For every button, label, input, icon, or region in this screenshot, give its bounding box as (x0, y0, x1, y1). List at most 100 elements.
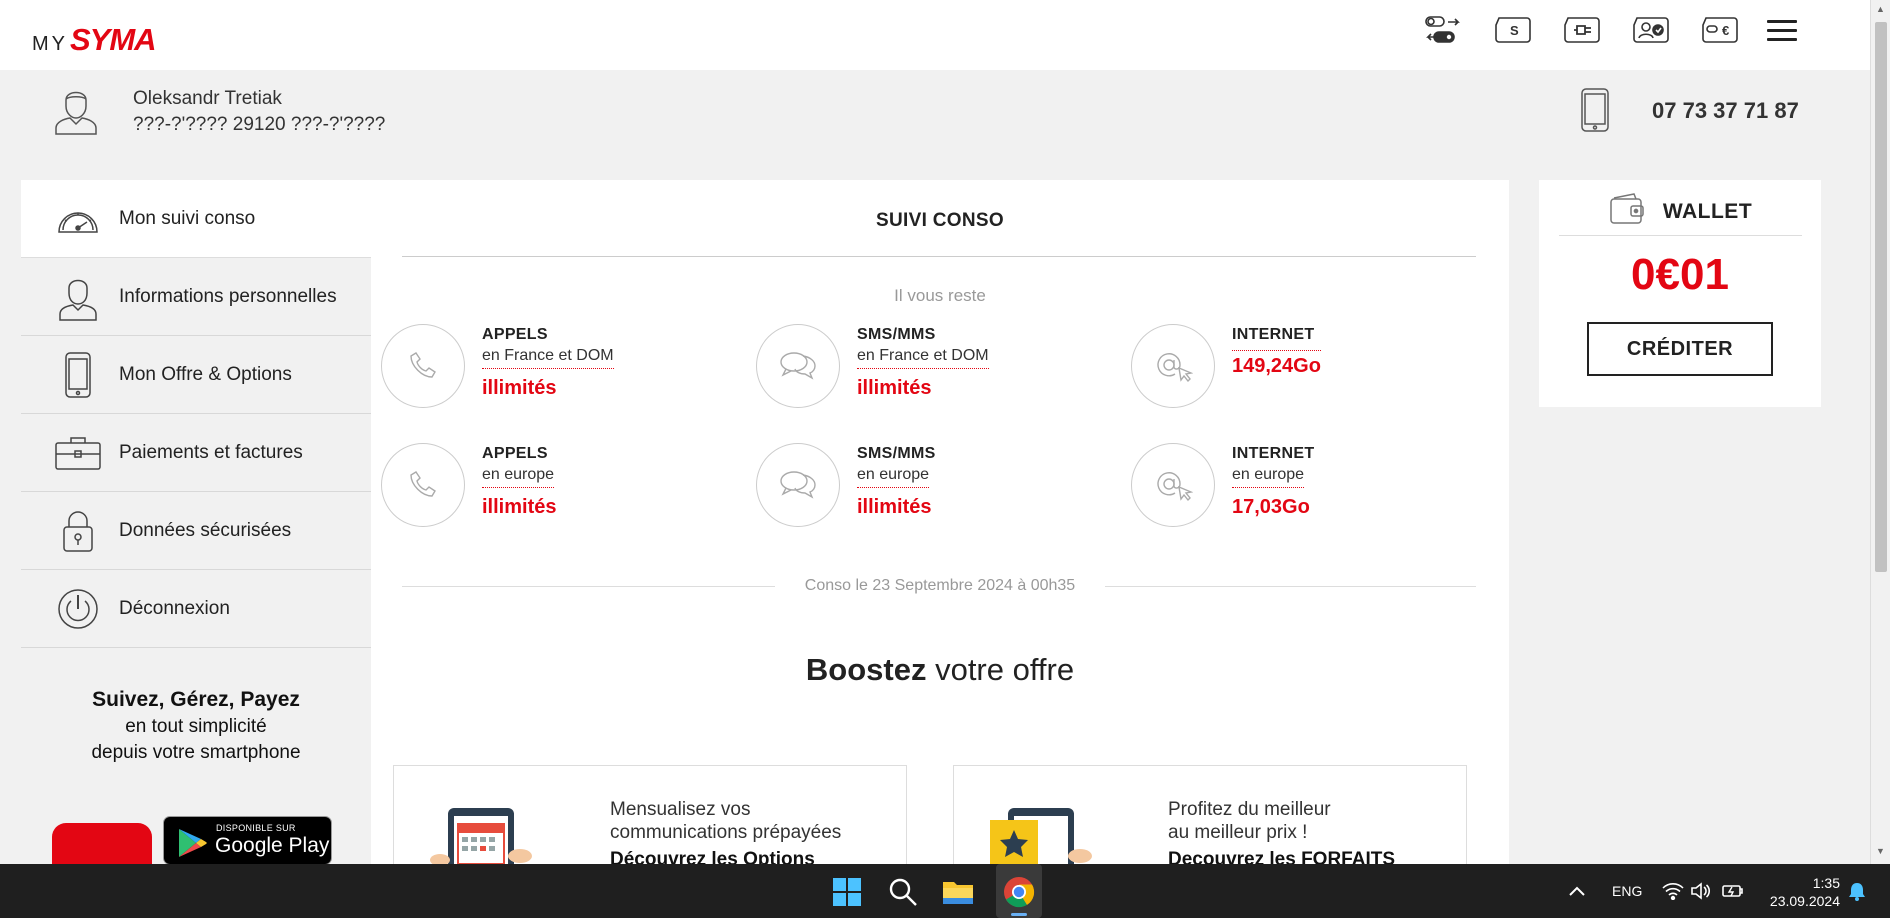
conso-value: illimités (857, 496, 932, 518)
user-icon (51, 272, 105, 322)
chat-bubbles-icon (756, 443, 840, 527)
logo-my: MY (32, 33, 68, 55)
suivi-conso-panel: SUIVI CONSO Il vous reste APPELS en Fran… (371, 180, 1509, 885)
wallet-euro-icon[interactable]: € (1700, 14, 1740, 46)
mysyma-logo[interactable]: MY SYMA (32, 22, 157, 57)
sidebar-item-label: Données sécurisées (119, 519, 292, 541)
scroll-down-arrow-icon[interactable]: ▼ (1876, 846, 1885, 856)
remaining-label: Il vous reste (894, 286, 986, 305)
tray-overflow-chevron-icon[interactable] (1568, 864, 1586, 918)
logo-syma: SYMA (70, 22, 157, 57)
search-icon[interactable] (886, 875, 920, 909)
sidebar-item-label: Informations personnelles (119, 285, 337, 307)
scrollbar-thumb[interactable] (1875, 22, 1887, 572)
page-scrollbar[interactable]: ▲ ▼ (1870, 0, 1890, 864)
crediter-button[interactable]: CRÉDITER (1587, 322, 1773, 376)
promo-line: depuis votre smartphone (91, 742, 301, 763)
battery-charging-icon[interactable] (1722, 864, 1744, 918)
app-promo: Suivez, Gérez, Payez en tout simplicité … (21, 688, 371, 764)
promo-line: en tout simplicité (125, 716, 267, 737)
divider (402, 256, 1476, 257)
sidebar-item-label: Mon Offre & Options (119, 363, 292, 385)
conso-item-appels-france: APPELS en France et DOM illimités (381, 324, 681, 410)
sidebar-item-informations[interactable]: Informations personnelles (21, 258, 371, 336)
windows-start-icon[interactable] (830, 875, 864, 909)
phone-number: 07 73 37 71 87 (1652, 98, 1799, 123)
account-sidebar: Mon suivi conso Informations personnelle… (21, 180, 371, 648)
google-play-icon (179, 829, 207, 857)
wallet-icon (1609, 192, 1645, 231)
language-indicator[interactable]: ENG (1612, 864, 1642, 918)
promo-title: Suivez, Gérez, Payez (92, 688, 300, 711)
phone-handset-icon (381, 324, 465, 408)
user-address: ???-?'???? 29120 ???-?'???? (133, 114, 386, 135)
wallet-title: WALLET (1662, 199, 1753, 223)
power-icon (51, 584, 105, 634)
offer-line: au meilleur prix ! (1168, 822, 1308, 843)
file-explorer-icon[interactable] (941, 875, 975, 909)
scroll-up-arrow-icon[interactable]: ▲ (1876, 4, 1885, 14)
offer-line: Profitez du meilleur (1168, 799, 1331, 820)
boost-heading: Boostez votre offre (371, 652, 1509, 688)
sidebar-item-paiements[interactable]: Paiements et factures (21, 414, 371, 492)
sidebar-item-suivi-conso[interactable]: Mon suivi conso (21, 180, 371, 258)
boost-bold: Boostez (805, 652, 927, 687)
conso-item-sms-europe: SMS/MMS en europe illimités (756, 443, 1056, 529)
smartphone-icon (51, 350, 105, 400)
conso-zone: en europe (482, 466, 555, 488)
google-play-badge[interactable]: DISPONIBLE SUR Google Play (163, 816, 332, 865)
wallet-balance: 0€01 (1631, 250, 1729, 299)
svg-text:S: S (1510, 23, 1519, 38)
sidebar-item-offre-options[interactable]: Mon Offre & Options (21, 336, 371, 414)
user-avatar-icon (54, 84, 98, 136)
clock-time: 1:35 (1812, 875, 1840, 891)
page-title: SUIVI CONSO (876, 210, 1004, 231)
google-play-label: Google Play (215, 834, 330, 857)
mobile-phone-icon (1580, 88, 1610, 132)
conso-value: 17,03Go (1232, 496, 1310, 518)
conso-category: SMS/MMS (857, 445, 936, 462)
conso-value: illimités (482, 496, 557, 518)
google-play-small: DISPONIBLE SUR (216, 823, 296, 833)
conso-item-sms-france: SMS/MMS en France et DOM illimités (756, 324, 1056, 410)
sim-card-icon[interactable]: S (1493, 14, 1533, 46)
conso-value: illimités (857, 377, 932, 399)
at-cursor-icon (1131, 443, 1215, 527)
conso-item-internet-france: INTERNET 149,24Go (1131, 324, 1431, 410)
notification-bell-icon[interactable] (1848, 864, 1866, 918)
conso-zone: en europe (857, 466, 930, 488)
svg-text:€: € (1722, 23, 1729, 38)
sidebar-item-donnees-securisees[interactable]: Données sécurisées (21, 492, 371, 570)
windows-taskbar: ENG 1:35 23.09.2024 (0, 864, 1890, 918)
conso-item-internet-europe: INTERNET en europe 17,03Go (1131, 443, 1431, 529)
hamburger-menu-icon[interactable] (1767, 20, 1797, 44)
conso-value: 149,24Go (1232, 350, 1321, 378)
sidebar-item-label: Mon suivi conso (119, 207, 256, 229)
speedometer-icon (51, 194, 105, 244)
conso-zone: en europe (1232, 466, 1305, 488)
conso-zone: en France et DOM (857, 347, 989, 369)
briefcase-icon (51, 428, 105, 478)
conso-category: INTERNET (1232, 326, 1315, 343)
system-clock[interactable]: 1:35 23.09.2024 (1762, 874, 1840, 910)
switch-toggle-icon[interactable] (1424, 14, 1464, 46)
conso-value: illimités (482, 377, 557, 399)
user-name: Oleksandr Tretiak (133, 88, 282, 109)
conso-zone: en France et DOM (482, 347, 614, 369)
padlock-icon (51, 506, 105, 556)
wifi-icon[interactable] (1662, 864, 1684, 918)
sidebar-item-deconnexion[interactable]: Déconnexion (21, 570, 371, 648)
conso-category: SMS/MMS (857, 326, 936, 343)
volume-icon[interactable] (1690, 864, 1710, 918)
account-check-icon[interactable] (1631, 14, 1671, 46)
conso-item-appels-europe: APPELS en europe illimités (381, 443, 681, 529)
boost-rest: votre offre (926, 652, 1075, 687)
top-bar: MY SYMA S € (0, 0, 1870, 70)
conso-date: Conso le 23 Septembre 2024 à 00h35 (774, 577, 1106, 594)
wallet-panel: WALLET 0€01 CRÉDITER (1539, 180, 1821, 407)
chrome-icon[interactable] (1002, 875, 1036, 909)
phone-handset-icon (381, 443, 465, 527)
plug-recharge-icon[interactable] (1562, 14, 1602, 46)
sidebar-item-label: Déconnexion (119, 597, 230, 619)
chat-bubbles-icon (756, 324, 840, 408)
